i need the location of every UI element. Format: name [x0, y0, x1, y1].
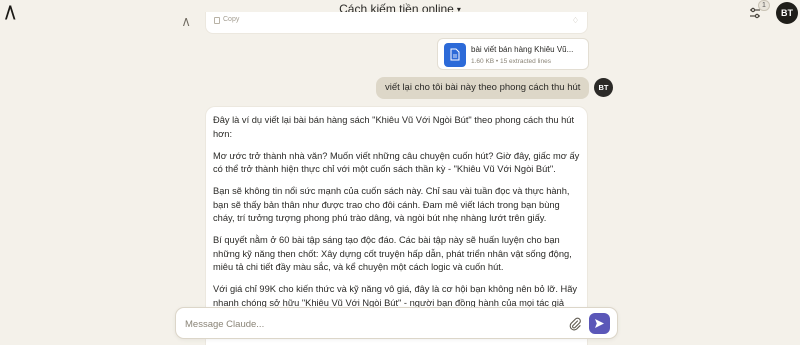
- user-message-text: viết lại cho tôi bài này theo phong cách…: [385, 82, 581, 93]
- user-message-avatar: BT: [594, 78, 613, 97]
- user-message-bubble: viết lại cho tôi bài này theo phong cách…: [376, 77, 589, 99]
- message-input[interactable]: [185, 316, 555, 332]
- user-avatar[interactable]: BT: [776, 2, 798, 24]
- claude-avatar-icon: /\: [183, 17, 189, 28]
- copy-icon[interactable]: [214, 17, 220, 24]
- response-paragraph: Bạn sẽ không tin nổi sức mạnh của cuốn s…: [213, 186, 570, 223]
- send-arrow-icon: [595, 319, 604, 328]
- response-paragraph: Với giá chỉ 99K cho kiến thức và kỹ năng…: [213, 284, 578, 308]
- message-actions-bar: Copy ♢: [205, 12, 588, 34]
- response-paragraph: Mơ ước trở thành nhà văn? Muốn viết nhữn…: [213, 150, 580, 175]
- message-composer: [175, 307, 618, 339]
- copy-button[interactable]: Copy: [223, 16, 239, 23]
- thumbs-down-icon[interactable]: ♢: [572, 16, 579, 25]
- document-icon: [444, 43, 466, 67]
- assistant-response-text: Đây là ví dụ viết lại bài bán hàng sách …: [213, 114, 581, 319]
- attachment-file-meta: 1.60 KB • 15 extracted lines: [471, 58, 551, 65]
- attachment-file-name: bài viết bán hàng Khiêu Vũ...: [471, 45, 574, 54]
- send-button[interactable]: [589, 313, 610, 334]
- response-paragraph: Bí quyết nằm ở 60 bài tập sáng tạo độc đ…: [213, 235, 572, 272]
- attachment-card[interactable]: bài viết bán hàng Khiêu Vũ... 1.60 KB • …: [437, 38, 589, 70]
- response-paragraph: Đây là ví dụ viết lại bài bán hàng sách …: [213, 115, 575, 139]
- notification-badge: 1: [758, 0, 770, 11]
- paperclip-icon[interactable]: [567, 316, 583, 332]
